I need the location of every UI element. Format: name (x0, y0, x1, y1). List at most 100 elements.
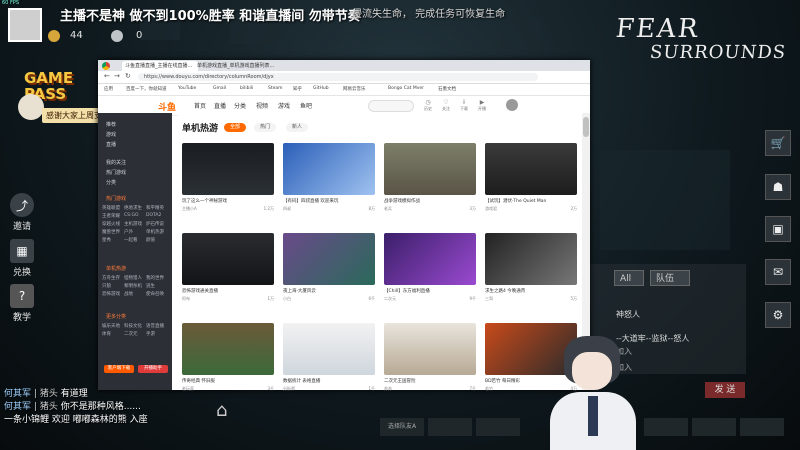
sidebar-item[interactable]: 游戏 (106, 131, 116, 138)
live-icon[interactable]: ▶ 开播 (478, 99, 486, 112)
bookmark[interactable]: 百度一下，你就知道 (126, 86, 167, 92)
sidebar-heading: 单机热游 (106, 266, 127, 272)
team-slot[interactable] (692, 418, 736, 436)
danmaku-line: 何其军 | 猪头 你不是那种风格...... (4, 402, 141, 412)
search-input[interactable] (368, 100, 414, 112)
url-input[interactable]: https://www.douyu.com/directory/columnRo… (138, 73, 538, 81)
stream-card[interactable]: 传奇经典 怀旧服 老玩家 3千 (182, 323, 274, 407)
history-icon[interactable]: ◷ 历史 (424, 99, 432, 112)
profile-icon[interactable]: ☗ (765, 174, 791, 200)
sidebar-item[interactable]: 推荐 (106, 121, 116, 128)
top-hud: 主播不是神 做不到100%胜率 和谐直播间 勿带节奏 侵流失生命， 完成任务可恢… (0, 0, 560, 50)
reload-icon[interactable]: ↻ (125, 72, 131, 80)
bookmark[interactable]: bilibili (240, 86, 253, 91)
mail-icon[interactable]: ✉ (765, 259, 791, 285)
filter-all[interactable]: 全部 (224, 123, 247, 132)
nav-home[interactable]: 首页 (194, 101, 206, 110)
back-icon[interactable]: ← (104, 72, 110, 80)
stream-card[interactable]: 夜上海·大厦风云 小白 6千 (283, 233, 375, 317)
backpack-icon[interactable]: ▣ (765, 216, 791, 242)
forward-icon[interactable]: → (114, 72, 120, 80)
bookmark[interactable]: Gmail (213, 86, 226, 91)
danmaku-line: 一条小锦鲤 欢迎 嘟嘟森林的熊 入座 (4, 415, 148, 425)
help-icon: ? (10, 284, 34, 308)
stream-card[interactable]: 战争游戏模拟作战 老兵 3万 (384, 143, 476, 227)
team-slot[interactable] (740, 418, 784, 436)
chrome-icon (102, 62, 110, 70)
stream-card[interactable]: 二次元王国冒险 苏苏 7千 (384, 323, 476, 407)
logo-line2: SURROUNDS (648, 42, 788, 63)
sidebar-item[interactable]: 我的关注 (106, 159, 126, 166)
nav-live[interactable]: 直播 (214, 101, 226, 110)
page-title: 单机热游 (182, 124, 219, 134)
sidebar-heading: 热门游戏 (106, 196, 127, 202)
gold-count: 44 (70, 30, 83, 41)
sidebar-item[interactable]: 分类 (106, 179, 116, 186)
bookmark[interactable]: 应用 (104, 86, 113, 92)
tab-douyu[interactable]: 斗鱼直播直播_主播在线直播... (122, 61, 198, 71)
filter-hot[interactable]: 热门 (254, 123, 277, 132)
bookmark[interactable]: 网易云音乐 (343, 86, 366, 92)
team-slot[interactable] (644, 418, 688, 436)
logo-line1: FEAR (614, 14, 701, 44)
chat-tab-team[interactable]: 队伍 (650, 270, 690, 286)
cart-icon[interactable]: 🛒 (765, 130, 791, 156)
sidebar-heading: 更多分类 (106, 314, 127, 320)
content-area: 单机热游 全部 热门 新人 玩了这么一个神秘游戏 主播小A 1.2万 【有码】四叔直… (178, 113, 582, 391)
client-download-button[interactable]: 客户端下载 (104, 365, 134, 373)
nav-category[interactable]: 分类 (234, 101, 246, 110)
danmaku-line: 何其军 | 猪头 有道理 (4, 389, 88, 399)
vtuber-avatar (550, 336, 636, 450)
stream-card[interactable]: 【试玩】潜伏·The Quiet Man 游戏君 2万 (485, 143, 577, 227)
sidebar-games: 娱乐天地 科技文化 语音直播 体育 二次元 手游 (102, 324, 164, 337)
silver-count: 0 (136, 30, 143, 41)
silver-coin-icon (111, 30, 123, 42)
sidebar-games: 英雄联盟 绝地求生 和平精英 王者荣耀 CS:GO DOTA2 穿越火线 主机游戏 炉石传说… (102, 206, 164, 243)
team-slot[interactable] (476, 418, 520, 436)
bookmark[interactable]: YouTube (178, 86, 196, 91)
stream-card[interactable]: 【有码】四叔直播 欢迎来玩 四叔 8万 (283, 143, 375, 227)
bookmark[interactable]: 知乎 (293, 86, 302, 92)
settings-icon[interactable]: ⚙ (765, 302, 791, 328)
stream-card[interactable]: 求生之路4 今晚通宵 三哥 5万 (485, 233, 577, 317)
bookmark[interactable]: GitHub (313, 86, 329, 91)
game-logo: FEAR SURROUNDS (608, 14, 787, 74)
address-bar: ← → ↻ https://www.douyu.com/directory/co… (98, 71, 590, 84)
nav-video[interactable]: 视频 (256, 101, 268, 110)
gold-coin-icon (48, 30, 60, 42)
overlay-hint: 侵流失生命， 完成任务可恢复生命 (352, 9, 506, 20)
stream-card[interactable]: 数据统计 表格直播 分析师 1千 (283, 323, 375, 407)
sidebar-item[interactable]: 热门游戏 (106, 169, 126, 176)
nav-game[interactable]: 游戏 (278, 101, 290, 110)
stream-card[interactable]: 恐怖游戏通关直播 阿布 1万 (182, 233, 274, 317)
tab-djyx[interactable]: 单机游戏直播_单机游戏直播列表... (194, 61, 280, 71)
home-icon[interactable]: ⌂ (216, 400, 238, 422)
sidebar-item[interactable]: 直播 (106, 141, 116, 148)
stream-title: 主播不是神 做不到100%胜率 和谐直播间 勿带节奏 (60, 9, 361, 24)
stream-card[interactable]: 玩了这么一个神秘游戏 主播小A 1.2万 (182, 143, 274, 227)
stream-card[interactable]: 【Chill】东方福利直播 二次元 9千 (384, 233, 476, 317)
chat-line: 神怒人 (616, 310, 640, 319)
team-slot[interactable] (428, 418, 472, 436)
follow-icon[interactable]: ♡ 关注 (442, 99, 450, 112)
sidebar-games: 方舟生存 怪物猎人 我的世界 只狼 黎明杀机 逃生 恐怖游戏 战地 使命召唤 (102, 276, 164, 297)
invite-button[interactable]: ⤴ 邀请 (8, 193, 36, 232)
bookmark[interactable]: Bongo Cat Mver (388, 86, 424, 91)
chat-tab-all[interactable]: All (614, 270, 644, 286)
tutorial-button[interactable]: ? 教学 (8, 284, 36, 323)
user-avatar[interactable] (506, 99, 518, 111)
share-icon: ⤴ (10, 193, 34, 217)
filter-new[interactable]: 新人 (286, 123, 309, 132)
nav-fishbar[interactable]: 鱼吧 (300, 101, 312, 110)
bookmarks-bar: 应用 百度一下，你就知道 YouTube Gmail bilibili Stea… (98, 84, 590, 96)
redeem-button[interactable]: ▦ 兑换 (8, 239, 36, 278)
bookmark[interactable]: Steam (268, 86, 283, 91)
bookmark[interactable]: 石墨文档 (438, 86, 456, 92)
stream-helper-button[interactable]: 开播助手 (138, 365, 168, 373)
stream-grid: 玩了这么一个神秘游戏 主播小A 1.2万 【有码】四叔直播 欢迎来玩 四叔 8万 战争游… (182, 143, 578, 407)
streamer-avatar[interactable] (8, 8, 42, 42)
send-button[interactable]: 发 送 (705, 382, 745, 398)
download-icon[interactable]: ⇩ 下载 (460, 99, 468, 112)
team-slot[interactable]: 选择队友A (380, 418, 424, 436)
site-logo[interactable]: 斗鱼 (158, 100, 176, 113)
